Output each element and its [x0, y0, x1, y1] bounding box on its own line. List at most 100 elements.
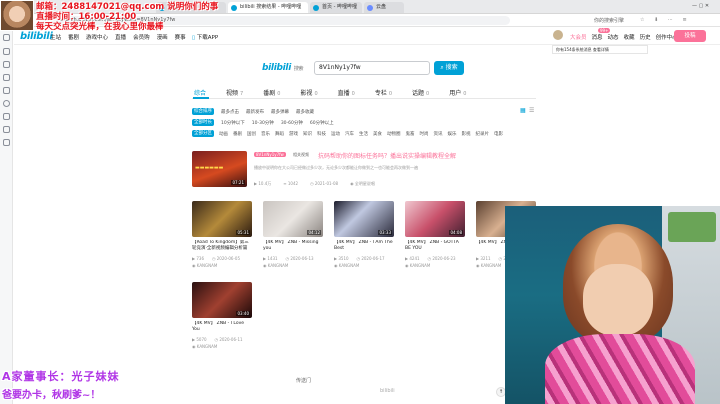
video-uploader[interactable]: ◉ KANGNAM: [263, 263, 323, 268]
browser-tab[interactable]: 云盘: [364, 2, 404, 13]
sort-pill[interactable]: 综合排序: [192, 108, 214, 115]
zone-option[interactable]: 科技: [317, 131, 326, 137]
search-input[interactable]: 8V1nNy1y7fw: [314, 61, 430, 75]
video-card[interactable]: 04:08 【4K MV】 ZNB - GOTTA BE YOU ▶ 4241 …: [405, 201, 465, 273]
toolbar-icons[interactable]: ☆ ⬇ ⋯ ≡: [640, 17, 691, 23]
search-button[interactable]: ⌕ 搜索: [434, 61, 464, 75]
sidebar-cart-icon[interactable]: [3, 126, 10, 133]
video-card[interactable]: 03:33 【4K MV】 ZNB - I Am The Best ▶ 3510…: [334, 201, 394, 273]
topnav-item[interactable]: 赛事: [175, 33, 186, 41]
zone-option[interactable]: 番剧: [233, 131, 242, 137]
sort-option[interactable]: 最新发布: [246, 109, 264, 115]
vip-link[interactable]: 大会员: [570, 33, 587, 41]
tab-video[interactable]: 视频 7: [226, 88, 243, 97]
footer-link[interactable]: 传送门: [296, 377, 311, 384]
sidebar-chat-icon[interactable]: [3, 100, 10, 107]
featured-tag[interactable]: 8V1nNy1y7fw: [254, 152, 286, 157]
site-logo[interactable]: bilibili: [20, 31, 53, 42]
topnav-item[interactable]: 游戏中心: [86, 33, 108, 41]
video-card[interactable]: 03:40 【4K MV】 ZNB - I Love You ▶ 5070 ◷ …: [192, 282, 252, 354]
duration-option[interactable]: 30-60分钟: [281, 120, 303, 126]
video-title[interactable]: 【Road To Kingdom】第三轮竞演·全新视频编辑分析篇: [192, 240, 252, 253]
video-uploader[interactable]: ◉ KANGNAM: [192, 263, 252, 268]
sidebar-star-icon[interactable]: [3, 34, 10, 41]
tab-bangumi[interactable]: 番剧 0: [263, 88, 280, 97]
messages-link[interactable]: 消息: [592, 33, 603, 41]
zone-option[interactable]: 动画: [219, 131, 228, 137]
video-thumbnail[interactable]: 03:33: [334, 201, 394, 237]
zone-option[interactable]: 国创: [247, 131, 256, 137]
video-thumbnail[interactable]: 04:08: [405, 201, 465, 237]
topnav-item[interactable]: 番剧: [68, 33, 79, 41]
video-thumbnail[interactable]: 03:40: [192, 282, 252, 318]
video-title[interactable]: 【4K MV】 ZNB - Missing you: [263, 240, 323, 253]
sort-option[interactable]: 最多弹幕: [271, 109, 289, 115]
zone-pill[interactable]: 全部分区: [192, 130, 214, 137]
notice-popup[interactable]: 你有154条系统消息 查看详情: [552, 45, 648, 54]
featured-thumbnail[interactable]: ▬▬▬▬▬▬ 07:21: [192, 151, 247, 187]
topnav-item[interactable]: 主站: [50, 33, 61, 41]
avatar[interactable]: [552, 29, 564, 41]
video-thumbnail[interactable]: 04:12: [263, 201, 323, 237]
sort-option[interactable]: 最多收藏: [296, 109, 314, 115]
zone-option[interactable]: 影视: [462, 131, 471, 137]
zone-option[interactable]: 娱乐: [448, 131, 457, 137]
list-view-icon[interactable]: ☰: [529, 107, 534, 114]
browser-tab-active[interactable]: bilibili 搜索结果 - 哔哩哔哩: [228, 2, 308, 13]
zone-option[interactable]: 纪录片: [476, 131, 490, 137]
tab-movie[interactable]: 影视 0: [300, 88, 317, 97]
sort-option[interactable]: 最多点击: [221, 109, 239, 115]
video-title[interactable]: 【4K MV】 ZNB - I Am The Best: [334, 240, 394, 253]
uploader-stat[interactable]: ◉ 全明星说唱: [350, 181, 375, 187]
tab-topic[interactable]: 话题 0: [412, 88, 429, 97]
dynamics-link[interactable]: 动态: [608, 33, 619, 41]
zone-option[interactable]: 美食: [373, 131, 382, 137]
duration-option[interactable]: 10分钟以下: [221, 120, 245, 126]
topnav-item[interactable]: 直播: [115, 33, 126, 41]
video-uploader[interactable]: ◉ KANGNAM: [334, 263, 394, 268]
window-controls[interactable]: — ▢ ✕: [692, 3, 709, 9]
video-thumbnail[interactable]: 05:31: [192, 201, 252, 237]
topnav-item[interactable]: 漫画: [157, 33, 168, 41]
favorites-link[interactable]: 收藏: [624, 33, 635, 41]
search-engine-label[interactable]: 你的搜索引擎: [594, 17, 624, 24]
zone-option[interactable]: 生活: [359, 131, 368, 137]
zone-option[interactable]: 动物圈: [387, 131, 401, 137]
sidebar-download-icon[interactable]: [3, 61, 10, 68]
video-title[interactable]: 【4K MV】 ZNB - GOTTA BE YOU: [405, 240, 465, 253]
duration-option[interactable]: 10-30分钟: [252, 120, 274, 126]
history-link[interactable]: 历史: [640, 33, 651, 41]
tab-user[interactable]: 用户 0: [449, 88, 466, 97]
video-card[interactable]: 04:12 【4K MV】 ZNB - Missing you ▶ 1431 ◷…: [263, 201, 323, 273]
zone-option[interactable]: 游戏: [289, 131, 298, 137]
upload-button[interactable]: 投稿: [674, 30, 706, 42]
zone-option[interactable]: 知识: [303, 131, 312, 137]
tab-article[interactable]: 专栏 0: [375, 88, 392, 97]
video-uploader[interactable]: ◉ KANGNAM: [192, 344, 252, 349]
zone-option[interactable]: 资讯: [434, 131, 443, 137]
duration-option[interactable]: 60分钟以上: [310, 120, 334, 126]
tab-live[interactable]: 直播 0: [338, 88, 355, 97]
topnav-item[interactable]: 会员购: [133, 33, 150, 41]
grid-view-icon[interactable]: ▦: [520, 107, 526, 114]
footer-link[interactable]: bilibili: [380, 388, 395, 394]
sidebar-more-icon[interactable]: [3, 139, 10, 146]
video-title[interactable]: 【4K MV】 ZNB - I Love You: [192, 321, 252, 334]
zone-option[interactable]: 鬼畜: [406, 131, 415, 137]
browser-tab[interactable]: 首页 - 哔哩哔哩: [310, 2, 362, 13]
zone-option[interactable]: 运动: [331, 131, 340, 137]
sidebar-mail-icon[interactable]: [3, 113, 10, 120]
video-card[interactable]: 05:31 【Road To Kingdom】第三轮竞演·全新视频编辑分析篇 ▶…: [192, 201, 252, 273]
zone-option[interactable]: 电影: [494, 131, 503, 137]
sidebar-game-icon[interactable]: [3, 87, 10, 94]
zone-option[interactable]: 舞蹈: [275, 131, 284, 137]
sidebar-history-icon[interactable]: [3, 48, 10, 55]
featured-title[interactable]: 抗码帮助你的图标任务吗？播出说实操编辑教程全解: [318, 151, 456, 160]
zone-option[interactable]: 音乐: [261, 131, 270, 137]
download-app-link[interactable]: ▯ 下载APP: [192, 33, 218, 41]
tab-all[interactable]: 综合: [194, 88, 206, 97]
duration-pill[interactable]: 全部时长: [192, 119, 214, 126]
sidebar-note-icon[interactable]: [3, 74, 10, 81]
zone-option[interactable]: 时尚: [420, 131, 429, 137]
video-uploader[interactable]: ◉ KANGNAM: [405, 263, 465, 268]
